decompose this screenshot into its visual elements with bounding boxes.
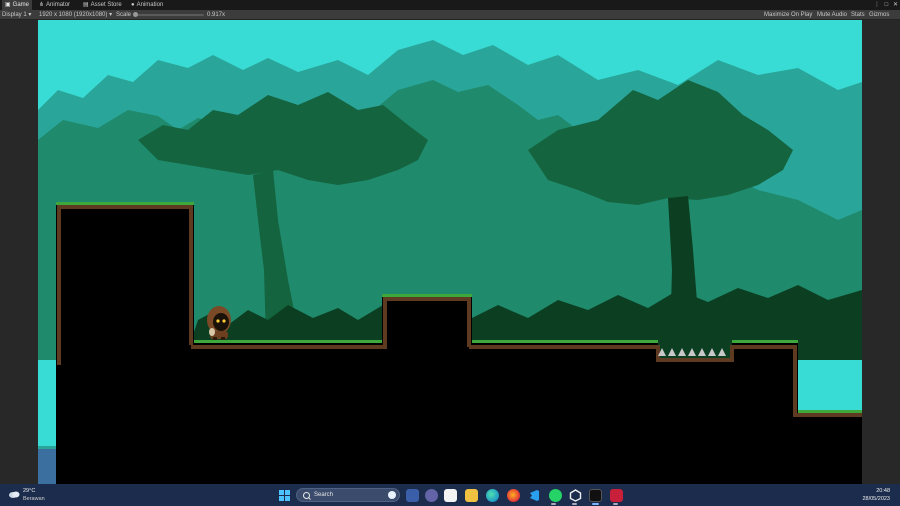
maximize-on-play-toggle[interactable]: Maximize On Play	[764, 10, 812, 20]
display-dropdown[interactable]: Display 1 ▾	[2, 10, 31, 20]
taskbar: 29°C Berawan Search 20:48 28/05/2023	[0, 484, 900, 506]
cloud-icon	[9, 491, 20, 498]
resolution-label: 1920 x 1080 (1920x1080)	[39, 12, 108, 18]
tab-animator-label: Animator	[46, 2, 71, 8]
tab-animation-label: Animation	[136, 2, 164, 8]
more-options-icon[interactable]: ⋮	[874, 2, 880, 8]
water	[38, 446, 56, 484]
weather-temperature: 29°C	[23, 488, 36, 494]
window-controls: ⋮ □ ✕	[871, 0, 898, 10]
close-icon[interactable]: ✕	[893, 2, 898, 8]
start-button[interactable]	[278, 489, 291, 502]
running-indicator	[551, 503, 556, 505]
chevron-down-icon: ▾	[109, 12, 113, 18]
app-red-icon[interactable]	[610, 489, 623, 502]
teams-icon[interactable]	[425, 489, 438, 502]
clock-time: 20:48	[876, 488, 890, 494]
running-indicator	[572, 503, 577, 505]
tab-game[interactable]: ▣ Game	[2, 0, 33, 10]
gizmos-dropdown[interactable]: Gizmos	[869, 10, 889, 20]
tab-asset-store[interactable]: ▤ Asset Store	[80, 0, 125, 10]
player-character	[207, 306, 231, 340]
scale-value: 0.917x	[207, 12, 226, 18]
chevron-down-icon: ▾	[28, 12, 32, 18]
tab-game-label: Game	[12, 2, 30, 8]
running-indicator	[613, 503, 618, 505]
scale-slider-track[interactable]	[134, 14, 204, 16]
start-icon	[279, 490, 290, 501]
maximize-icon[interactable]: □	[885, 2, 889, 8]
terminal-icon[interactable]	[589, 489, 602, 502]
vscode-icon[interactable]	[528, 489, 541, 502]
animation-icon: ●	[131, 2, 135, 8]
firefox-icon[interactable]	[507, 489, 520, 502]
asset-store-icon: ▤	[83, 2, 89, 8]
tab-animation[interactable]: ● Animation	[128, 0, 166, 10]
store-icon[interactable]	[444, 489, 457, 502]
unity-icon-glyph	[569, 489, 582, 502]
display-label: Display 1	[2, 12, 27, 18]
active-indicator	[592, 503, 599, 505]
bing-icon	[388, 491, 396, 499]
stats-toggle[interactable]: Stats	[851, 10, 865, 20]
search-placeholder: Search	[314, 492, 334, 498]
search-icon-handle	[308, 497, 311, 500]
unity-icon[interactable]	[569, 489, 582, 502]
water-surface	[38, 446, 56, 449]
animator-icon: ⋔	[39, 2, 45, 8]
taskbar-search[interactable]: Search	[296, 488, 400, 502]
resolution-dropdown[interactable]: 1920 x 1080 (1920x1080) ▾	[39, 10, 112, 20]
game-toolbar: Display 1 ▾ 1920 x 1080 (1920x1080) ▾ Sc…	[0, 10, 900, 20]
clock-date: 28/05/2023	[862, 496, 890, 502]
weather-description: Berawan	[23, 496, 45, 502]
mute-audio-toggle[interactable]: Mute Audio	[817, 10, 847, 20]
vscode-icon-glyph	[530, 490, 539, 501]
game-scene	[38, 20, 862, 484]
scale-slider-handle[interactable]	[133, 12, 138, 17]
system-clock[interactable]: 20:48 28/05/2023	[862, 487, 890, 503]
edge-icon[interactable]	[486, 489, 499, 502]
editor-tab-bar: ▣ Game ⋔ Animator ▤ Asset Store ● Animation …	[0, 0, 900, 10]
game-view[interactable]	[38, 20, 862, 484]
widgets-icon[interactable]	[406, 489, 419, 502]
tab-animator[interactable]: ⋔ Animator	[36, 0, 73, 10]
file-explorer-icon[interactable]	[465, 489, 478, 502]
scale-label: Scale	[116, 12, 132, 18]
whatsapp-icon[interactable]	[549, 489, 562, 502]
game-icon: ▣	[5, 2, 11, 8]
tab-asset-store-label: Asset Store	[90, 2, 122, 8]
